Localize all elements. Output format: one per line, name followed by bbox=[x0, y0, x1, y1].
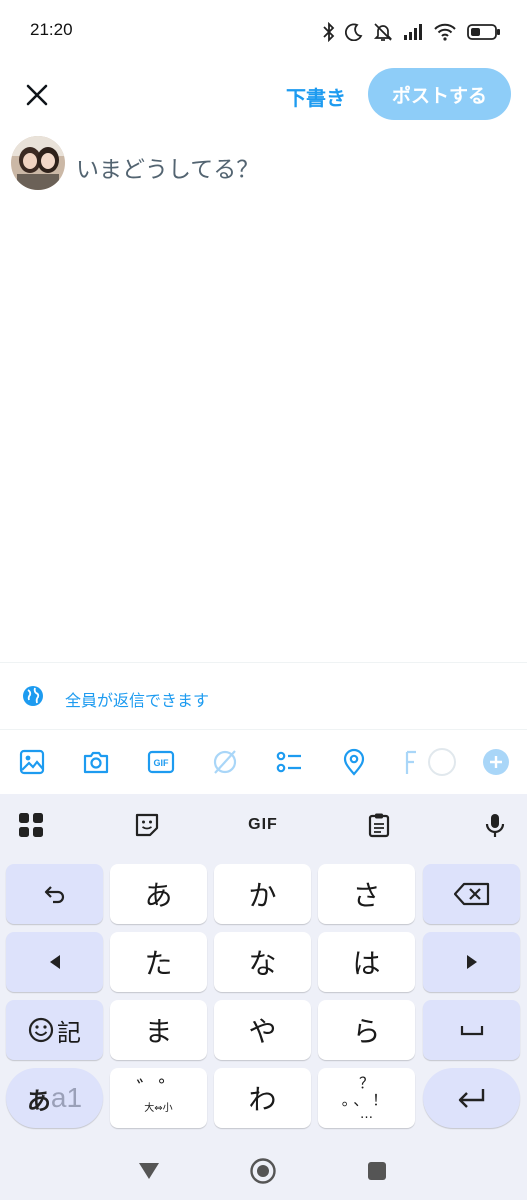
poll-icon[interactable] bbox=[275, 748, 303, 776]
input-mode-key[interactable]: あ a1 bbox=[6, 1068, 103, 1128]
microphone-icon[interactable] bbox=[480, 810, 510, 840]
dakuten-label: ゛゜ bbox=[136, 1078, 181, 1103]
kana-mode-label: あ bbox=[26, 1086, 51, 1115]
small-large-label: 大⇔小 bbox=[144, 1103, 173, 1114]
media-toolbar: GIF bbox=[0, 730, 527, 794]
add-thread-icon[interactable] bbox=[482, 748, 510, 776]
backspace-icon bbox=[453, 882, 489, 906]
gif-keyboard-button[interactable]: GIF bbox=[244, 810, 282, 840]
recents-nav-button[interactable] bbox=[362, 1156, 392, 1186]
punct-ellipsis: … bbox=[360, 1107, 373, 1122]
grok-icon[interactable] bbox=[211, 748, 239, 776]
gif-icon[interactable]: GIF bbox=[147, 748, 175, 776]
alpha-mode-label: a1 bbox=[50, 1082, 83, 1113]
status-time: 21:20 bbox=[30, 20, 73, 39]
signal-icon bbox=[404, 24, 422, 40]
globe-icon bbox=[23, 686, 43, 706]
cursor-left-key[interactable] bbox=[6, 932, 103, 992]
key-ha[interactable]: は bbox=[318, 932, 415, 992]
sticker-icon[interactable] bbox=[132, 810, 162, 840]
recents-square-icon bbox=[368, 1162, 386, 1180]
location-icon[interactable] bbox=[340, 748, 368, 776]
status-bar: 21:20 bbox=[0, 0, 527, 62]
cursor-right-key[interactable] bbox=[423, 932, 520, 992]
camera-icon[interactable] bbox=[82, 748, 110, 776]
clipboard-icon[interactable] bbox=[364, 810, 394, 840]
image-icon[interactable] bbox=[18, 748, 46, 776]
backspace-key[interactable] bbox=[423, 864, 520, 924]
space-key[interactable] bbox=[423, 1000, 520, 1060]
back-triangle-icon bbox=[139, 1163, 159, 1179]
bell-off-icon bbox=[373, 23, 393, 41]
key-wa[interactable]: わ bbox=[214, 1068, 311, 1128]
system-nav-bar bbox=[0, 1144, 527, 1200]
emoji-icon bbox=[28, 1017, 54, 1043]
arrow-right-icon bbox=[466, 955, 477, 969]
enter-icon bbox=[458, 1089, 484, 1108]
compose-header: 下書き ポストする bbox=[0, 62, 527, 126]
compose-input[interactable]: いまどうしてる？ bbox=[76, 150, 259, 184]
arrow-left-icon bbox=[49, 955, 60, 969]
reply-settings[interactable]: 全員が返信できます bbox=[0, 663, 527, 729]
keyboard-toolbar: GIF bbox=[0, 794, 527, 856]
svg-text:GIF: GIF bbox=[154, 758, 170, 768]
apps-icon[interactable] bbox=[16, 810, 46, 840]
punctuation-key[interactable]: ？ 。、！ … bbox=[318, 1068, 415, 1128]
undo-key[interactable] bbox=[6, 864, 103, 924]
enter-key[interactable] bbox=[423, 1068, 520, 1128]
key-ma[interactable]: ま bbox=[110, 1000, 207, 1060]
key-ta[interactable]: た bbox=[110, 932, 207, 992]
back-nav-button[interactable] bbox=[134, 1156, 164, 1186]
dakuten-key[interactable]: ゛゜ 大⇔小 bbox=[110, 1068, 207, 1128]
avatar[interactable] bbox=[11, 136, 65, 190]
text-format-icon[interactable] bbox=[404, 748, 460, 776]
home-nav-button[interactable] bbox=[248, 1156, 278, 1186]
undo-icon bbox=[44, 886, 64, 904]
kigo-label: 記 bbox=[57, 1018, 81, 1047]
space-icon bbox=[460, 1026, 483, 1036]
bluetooth-icon bbox=[323, 22, 335, 42]
drafts-button[interactable]: 下書き bbox=[286, 82, 346, 111]
keyboard: GIF あ か さ た な は 記 ま や ら あ a1 ゛゜ 大⇔小 わ ？ … bbox=[0, 794, 527, 1144]
key-ka[interactable]: か bbox=[214, 864, 311, 924]
emoji-kigo-key[interactable]: 記 bbox=[6, 1000, 103, 1060]
home-circle-icon bbox=[250, 1158, 276, 1184]
status-icons bbox=[323, 20, 501, 44]
punct-question: ？ bbox=[358, 1074, 374, 1092]
reply-settings-label: 全員が返信できます bbox=[65, 691, 210, 710]
key-na[interactable]: な bbox=[214, 932, 311, 992]
key-ra[interactable]: ら bbox=[318, 1000, 415, 1060]
moon-icon bbox=[345, 23, 363, 41]
key-sa[interactable]: さ bbox=[318, 864, 415, 924]
key-ya[interactable]: や bbox=[214, 1000, 311, 1060]
battery-icon bbox=[467, 24, 500, 40]
close-icon[interactable] bbox=[22, 80, 52, 110]
key-a[interactable]: あ bbox=[110, 864, 207, 924]
post-button[interactable]: ポストする bbox=[368, 68, 511, 120]
wifi-icon bbox=[434, 23, 456, 41]
